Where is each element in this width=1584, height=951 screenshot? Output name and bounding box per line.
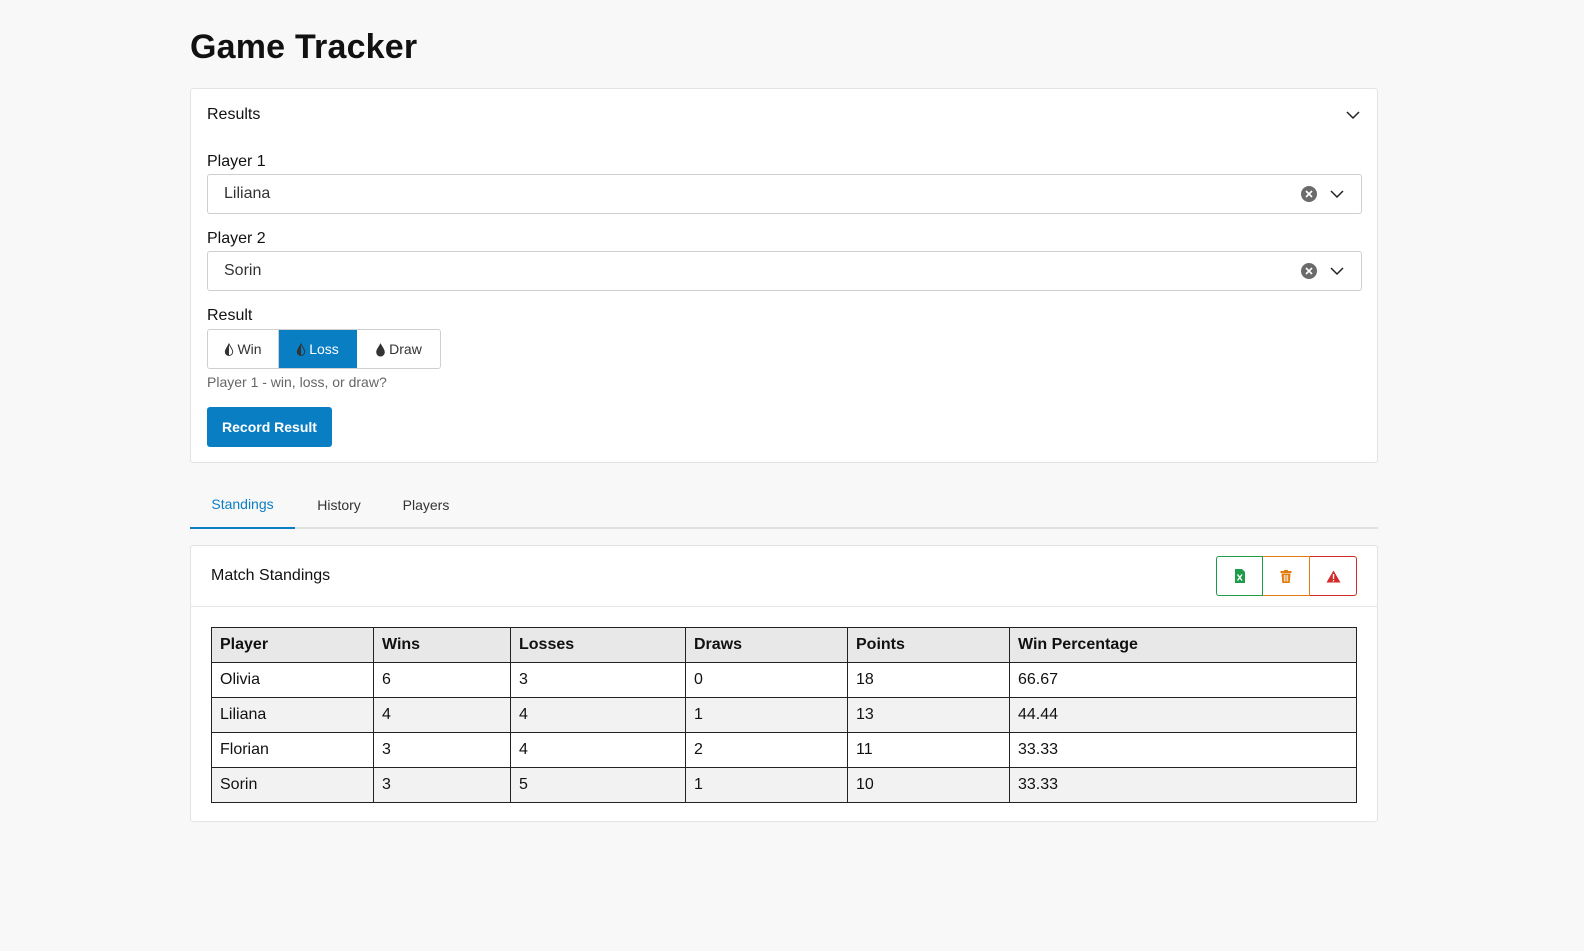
table-cell: 4 [510, 732, 686, 768]
table-cell: 33.33 [1009, 767, 1357, 803]
table-cell: 11 [847, 732, 1010, 768]
export-excel-button[interactable] [1216, 556, 1263, 596]
table-cell: 4 [510, 697, 686, 733]
result-win-button[interactable]: Win [208, 330, 279, 368]
result-win-label: Win [237, 341, 262, 357]
column-header: Losses [510, 627, 686, 663]
table-cell: 1 [685, 767, 848, 803]
tab-bar: Standings History Players [190, 480, 1378, 529]
table-header-row: Player Wins Losses Draws Points Win Perc… [211, 627, 1357, 663]
standings-table: Player Wins Losses Draws Points Win Perc… [211, 627, 1357, 803]
chevron-down-icon[interactable] [1329, 186, 1345, 202]
column-header: Points [847, 627, 1010, 663]
table-row: Olivia 6 3 0 18 66.67 [211, 662, 1357, 698]
clear-icon[interactable] [1301, 263, 1317, 279]
tab-standings[interactable]: Standings [190, 480, 295, 529]
column-header: Player [211, 627, 374, 663]
table-row: Liliana 4 4 1 13 44.44 [211, 697, 1357, 733]
table-cell: 33.33 [1009, 732, 1357, 768]
page-title: Game Tracker [190, 28, 418, 66]
result-label: Result [207, 307, 253, 324]
chevron-down-icon[interactable] [1345, 107, 1361, 123]
table-cell: 1 [685, 697, 848, 733]
table-cell: 10 [847, 767, 1010, 803]
player1-select[interactable]: Liliana [207, 174, 1362, 214]
standings-title: Match Standings [211, 567, 331, 584]
table-cell: 6 [373, 662, 511, 698]
table-cell: 3 [373, 732, 511, 768]
player2-select[interactable]: Sorin [207, 251, 1362, 291]
table-cell: 66.67 [1009, 662, 1357, 698]
tab-history[interactable]: History [295, 480, 383, 529]
table-cell: Sorin [211, 767, 374, 803]
chevron-down-icon[interactable] [1329, 263, 1345, 279]
drop-half-icon [225, 342, 234, 356]
table-cell: Liliana [211, 697, 374, 733]
excel-file-icon [1234, 569, 1245, 583]
column-header: Wins [373, 627, 511, 663]
warning-icon [1326, 570, 1340, 582]
drop-half-icon [297, 342, 306, 356]
player1-value: Liliana [224, 185, 271, 202]
drop-icon [376, 342, 385, 356]
player2-label: Player 2 [207, 230, 266, 247]
column-header: Win Percentage [1009, 627, 1357, 663]
table-cell: 2 [685, 732, 848, 768]
results-panel-header[interactable]: Results [207, 105, 1361, 125]
table-cell: 18 [847, 662, 1010, 698]
table-row: Sorin 3 5 1 10 33.33 [211, 767, 1357, 803]
results-panel: Results Player 1 Liliana Player 2 Sorin [190, 88, 1378, 463]
table-cell: 13 [847, 697, 1010, 733]
table-cell: Olivia [211, 662, 374, 698]
table-cell: 0 [685, 662, 848, 698]
player2-value: Sorin [224, 262, 262, 279]
table-cell: 3 [373, 767, 511, 803]
standings-actions [1216, 556, 1357, 596]
column-header: Draws [685, 627, 848, 663]
results-panel-title: Results [207, 106, 261, 123]
table-cell: 3 [510, 662, 686, 698]
reset-button[interactable] [1310, 556, 1357, 596]
result-segmented-control: Win Loss Draw [207, 329, 441, 369]
delete-button[interactable] [1263, 556, 1310, 596]
table-cell: 4 [373, 697, 511, 733]
standings-panel: Match Standings Player Wins Losses Draws… [190, 545, 1378, 822]
player1-label: Player 1 [207, 153, 266, 170]
standings-header: Match Standings [191, 546, 1377, 607]
result-draw-button[interactable]: Draw [357, 330, 440, 368]
trash-icon [1280, 569, 1292, 583]
result-loss-button[interactable]: Loss [279, 330, 357, 368]
table-cell: 5 [510, 767, 686, 803]
result-draw-label: Draw [389, 341, 422, 357]
result-loss-label: Loss [309, 341, 339, 357]
table-cell: Florian [211, 732, 374, 768]
result-helper-text: Player 1 - win, loss, or draw? [207, 374, 387, 390]
table-row: Florian 3 4 2 11 33.33 [211, 732, 1357, 768]
table-cell: 44.44 [1009, 697, 1357, 733]
clear-icon[interactable] [1301, 186, 1317, 202]
tab-players[interactable]: Players [383, 480, 469, 529]
record-result-button[interactable]: Record Result [207, 407, 332, 447]
